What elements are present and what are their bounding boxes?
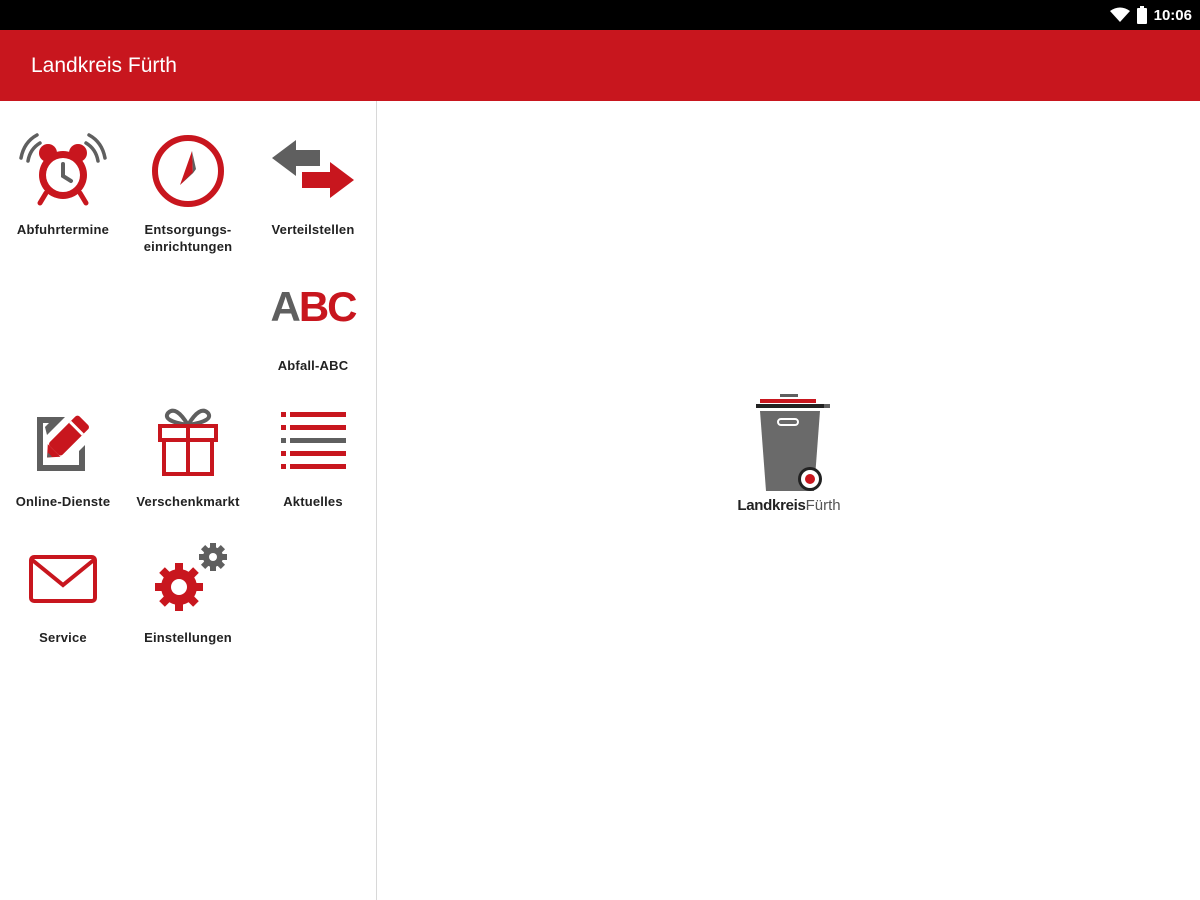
status-bar: 10:06 xyxy=(0,0,1200,30)
menu-item-label: Abfall-ABC xyxy=(277,358,349,373)
mail-icon xyxy=(0,537,126,621)
menu-item-verteilstellen[interactable]: Verteilstellen xyxy=(250,101,376,237)
menu-item-label: Service xyxy=(39,630,87,645)
menu-item-label: Einstellungen xyxy=(144,630,232,645)
menu-item-label: Entsorgungs- einrichtungen xyxy=(143,222,233,254)
app-title: Landkreis Fürth xyxy=(31,54,177,77)
menu-item-online-dienste[interactable]: Online-Dienste xyxy=(0,373,126,509)
settings-gears-icon xyxy=(125,537,251,621)
menu-item-abfall-abc[interactable]: ABC Abfall-ABC xyxy=(250,237,376,373)
menu-item-einstellungen[interactable]: Einstellungen xyxy=(125,509,251,645)
alarm-clock-icon xyxy=(0,129,126,213)
battery-icon xyxy=(1136,6,1147,24)
menu-item-label: Verschenkmarkt xyxy=(136,494,240,509)
menu-item-label: Aktuelles xyxy=(283,494,343,509)
menu-item-abfuhrtermine[interactable]: Abfuhrtermine xyxy=(0,101,126,237)
app-bar: Landkreis Fürth xyxy=(0,30,1200,101)
gift-icon xyxy=(125,401,251,485)
list-icon xyxy=(250,401,376,485)
status-icons: 10:06 xyxy=(1109,0,1192,30)
menu-item-verschenkmarkt[interactable]: Verschenkmarkt xyxy=(125,373,251,509)
waste-bin-logo xyxy=(756,394,830,491)
main-content: LandkreisFürth xyxy=(377,101,1200,900)
menu-item-entsorgungseinrichtungen[interactable]: Entsorgungs- einrichtungen xyxy=(125,101,251,254)
abc-icon: ABC xyxy=(270,283,357,330)
edit-document-icon xyxy=(0,401,126,485)
menu-item-service[interactable]: Service xyxy=(0,509,126,645)
status-time: 10:06 xyxy=(1153,6,1192,24)
menu-item-label: Abfuhrtermine xyxy=(16,222,110,237)
menu-item-aktuelles[interactable]: Aktuelles xyxy=(250,373,376,509)
compass-icon xyxy=(125,129,251,213)
landkreis-logo: LandkreisFürth xyxy=(732,391,846,521)
menu-item-label: Online-Dienste xyxy=(15,494,111,509)
wifi-icon xyxy=(1109,7,1130,22)
swap-arrows-icon xyxy=(250,129,376,213)
logo-text: LandkreisFürth xyxy=(737,497,841,514)
menu-item-label: Verteilstellen xyxy=(271,222,355,237)
menu-sidebar: Abfuhrtermine Entsorgungs- einrichtungen xyxy=(0,101,377,900)
